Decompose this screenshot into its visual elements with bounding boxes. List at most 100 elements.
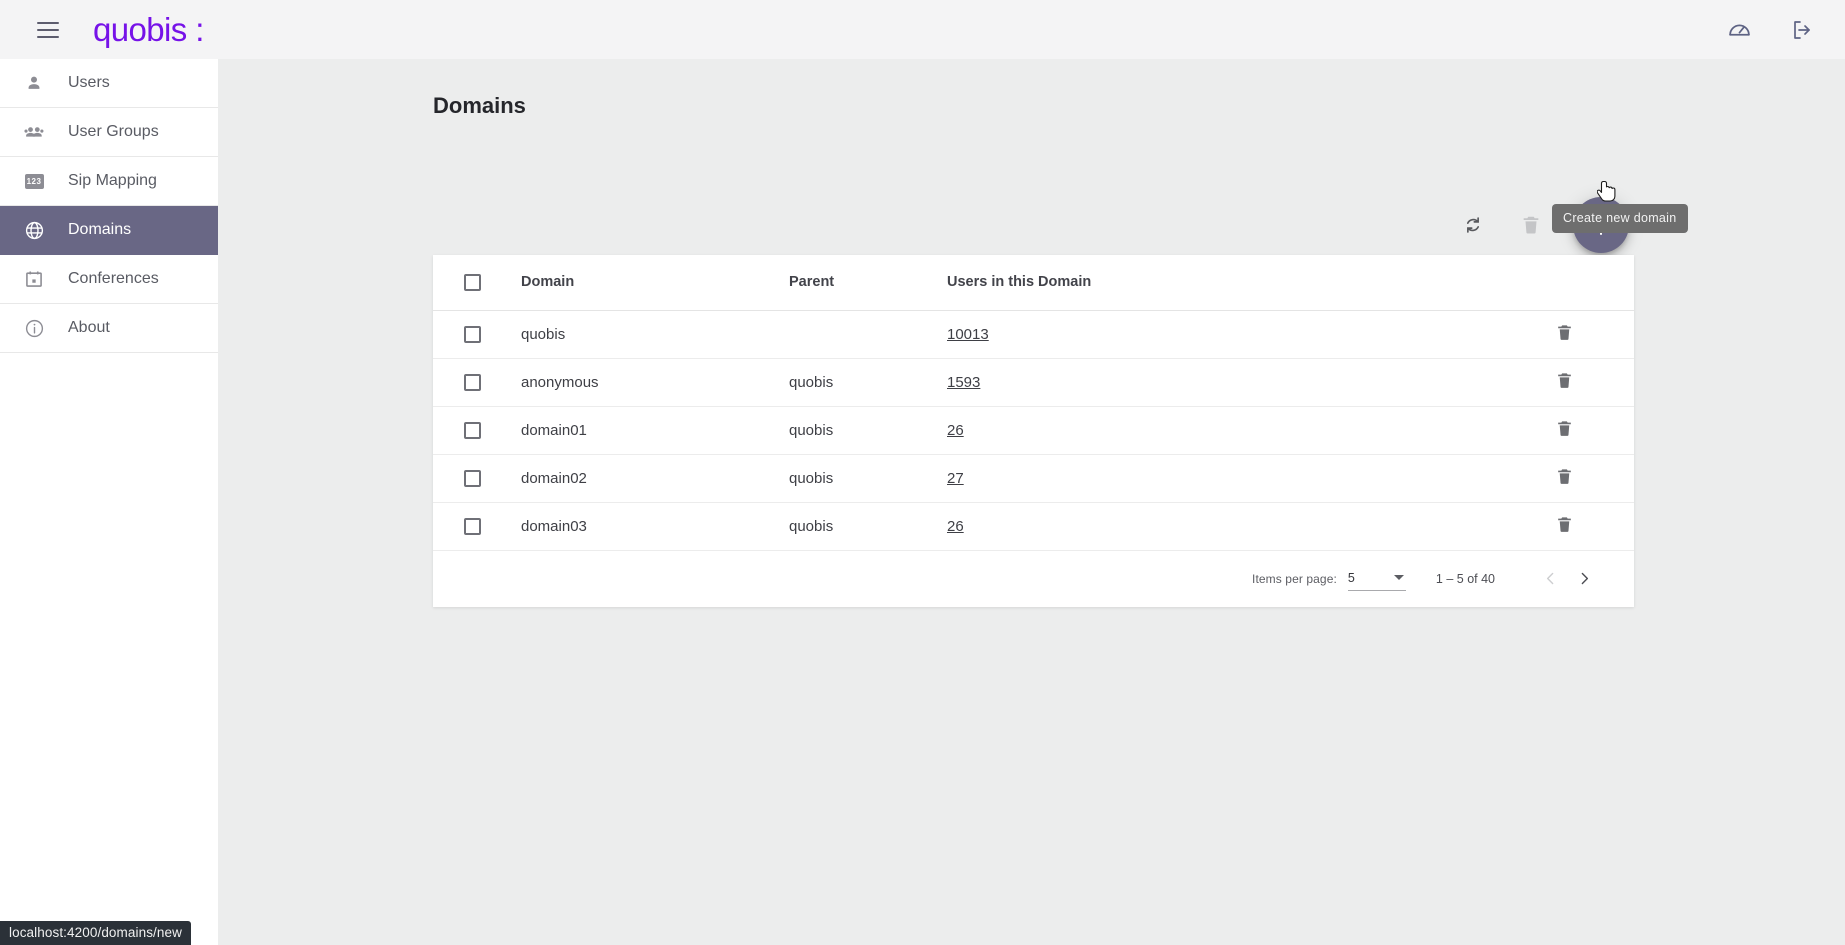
- calendar-icon: [22, 267, 46, 291]
- select-all-header: [433, 255, 521, 311]
- hamburger-line: [37, 28, 59, 31]
- main-content: Domains Domain Parent Users in this Doma…: [218, 59, 1845, 945]
- table-body: quobis 10013 anonymous quobis 1593 domai…: [433, 310, 1634, 551]
- dashboard-speedometer-icon[interactable]: [1726, 17, 1752, 43]
- table-action-row: [433, 197, 1633, 253]
- cell-domain: quobis: [521, 310, 789, 359]
- globe-icon: [22, 218, 46, 242]
- table-row[interactable]: quobis 10013: [433, 310, 1634, 359]
- chevron-down-icon: [1393, 575, 1404, 580]
- column-header-actions: [1247, 255, 1634, 311]
- status-bar-url: localhost:4200/domains/new: [0, 921, 191, 945]
- sidebar-item-domains[interactable]: Domains: [0, 206, 218, 255]
- cell-actions: [1247, 310, 1634, 359]
- cell-users: 26: [947, 502, 1247, 551]
- row-select-cell: [433, 358, 521, 407]
- people-icon: [22, 120, 46, 144]
- cell-actions: [1247, 502, 1634, 551]
- cell-parent: quobis: [789, 358, 947, 407]
- create-new-domain-tooltip: Create new domain: [1552, 204, 1688, 233]
- sidebar-item-label: Conferences: [68, 270, 159, 287]
- cell-users: 1593: [947, 358, 1247, 407]
- logout-icon[interactable]: [1789, 17, 1815, 43]
- row-checkbox[interactable]: [464, 469, 481, 487]
- brand-logo: quobis :: [93, 11, 204, 48]
- table-row[interactable]: domain01 quobis 26: [433, 406, 1634, 455]
- page-title: Domains: [433, 93, 526, 118]
- delete-row-icon[interactable]: [1555, 371, 1574, 390]
- table-header-row: Domain Parent Users in this Domain: [433, 255, 1634, 311]
- items-per-page-label: Items per page:: [1252, 571, 1337, 586]
- cell-users: 27: [947, 454, 1247, 503]
- row-checkbox[interactable]: [464, 325, 481, 343]
- table-row[interactable]: anonymous quobis 1593: [433, 358, 1634, 407]
- hamburger-line: [37, 35, 59, 38]
- cell-domain: anonymous: [521, 358, 789, 407]
- column-header-users[interactable]: Users in this Domain: [947, 255, 1247, 311]
- column-header-domain[interactable]: Domain: [521, 255, 789, 311]
- table-head: Domain Parent Users in this Domain: [433, 255, 1634, 311]
- users-count-link[interactable]: 26: [947, 518, 964, 535]
- row-select-cell: [433, 454, 521, 503]
- cell-domain: domain01: [521, 406, 789, 455]
- select-all-checkbox[interactable]: [464, 273, 481, 291]
- sidebar-item-label: Sip Mapping: [68, 172, 157, 189]
- cell-domain: domain03: [521, 502, 789, 551]
- table-row[interactable]: domain02 quobis 27: [433, 454, 1634, 503]
- cell-domain: domain02: [521, 454, 789, 503]
- sidebar-item-user-groups[interactable]: User Groups: [0, 108, 218, 157]
- delete-row-icon[interactable]: [1555, 323, 1574, 342]
- cell-actions: [1247, 358, 1634, 407]
- page-range-label: 1 – 5 of 40: [1435, 571, 1495, 586]
- sidebar-item-sip-mapping[interactable]: 123 Sip Mapping: [0, 157, 218, 206]
- delete-icon[interactable]: [1515, 209, 1547, 241]
- users-count-link[interactable]: 26: [947, 422, 964, 439]
- row-select-cell: [433, 310, 521, 359]
- paginator: Items per page: 5 1 – 5 of 40: [433, 551, 1634, 607]
- delete-row-icon[interactable]: [1555, 467, 1574, 486]
- cell-users: 10013: [947, 310, 1247, 359]
- row-select-cell: [433, 406, 521, 455]
- domains-table-card: Domain Parent Users in this Domain quobi…: [433, 255, 1634, 607]
- cell-parent: [789, 310, 947, 359]
- sidebar-item-conferences[interactable]: Conferences: [0, 255, 218, 304]
- table-row[interactable]: domain03 quobis 26: [433, 502, 1634, 551]
- top-app-bar: quobis :: [0, 0, 1845, 59]
- refresh-icon[interactable]: [1457, 209, 1489, 241]
- sidebar-item-label: Domains: [68, 221, 132, 238]
- hamburger-menu-icon[interactable]: [37, 21, 59, 38]
- sidebar-item-about[interactable]: About: [0, 304, 218, 353]
- next-page-button[interactable]: [1567, 562, 1601, 596]
- column-header-parent[interactable]: Parent: [789, 255, 947, 311]
- sidebar-nav: Users User Groups 123 Sip Mapping Domain…: [0, 59, 218, 945]
- 123-icon: 123: [22, 169, 46, 193]
- person-icon: [22, 71, 46, 95]
- row-select-cell: [433, 502, 521, 551]
- cell-parent: quobis: [789, 502, 947, 551]
- cell-parent: quobis: [789, 454, 947, 503]
- row-checkbox[interactable]: [464, 421, 481, 439]
- delete-row-icon[interactable]: [1555, 419, 1574, 438]
- users-count-link[interactable]: 27: [947, 470, 964, 487]
- items-per-page-select[interactable]: 5: [1347, 566, 1406, 591]
- info-icon: [22, 316, 46, 340]
- cell-actions: [1247, 406, 1634, 455]
- users-count-link[interactable]: 10013: [947, 326, 989, 343]
- domains-table: Domain Parent Users in this Domain quobi…: [433, 255, 1634, 551]
- sidebar-item-label: Users: [68, 74, 110, 91]
- row-checkbox[interactable]: [464, 373, 481, 391]
- sidebar-item-label: About: [68, 319, 110, 336]
- users-count-link[interactable]: 1593: [947, 374, 980, 391]
- sidebar-item-users[interactable]: Users: [0, 59, 218, 108]
- cell-parent: quobis: [789, 406, 947, 455]
- previous-page-button[interactable]: [1533, 562, 1567, 596]
- cell-actions: [1247, 454, 1634, 503]
- topbar-actions: [1726, 17, 1815, 43]
- 123-badge: 123: [24, 173, 44, 189]
- cell-users: 26: [947, 406, 1247, 455]
- hamburger-line: [37, 21, 59, 24]
- sidebar-item-label: User Groups: [68, 123, 159, 140]
- row-checkbox[interactable]: [464, 517, 481, 535]
- items-per-page-value: 5: [1347, 571, 1355, 585]
- delete-row-icon[interactable]: [1555, 515, 1574, 534]
